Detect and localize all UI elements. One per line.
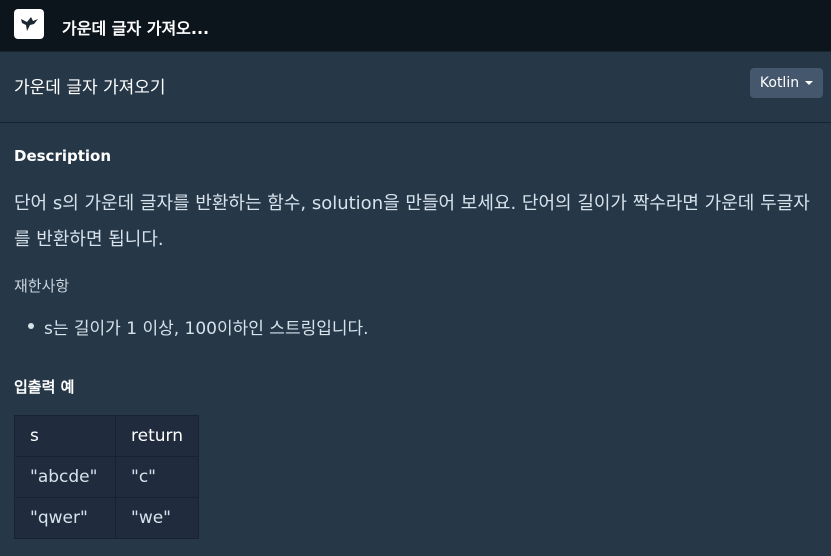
column-header-s: s xyxy=(14,415,116,457)
bird-logo-icon-glyph xyxy=(21,17,38,31)
list-item: s는 길이가 1 이상, 100이하인 스트링입니다. xyxy=(28,314,369,339)
constraints-title: 재한사항 xyxy=(14,277,70,295)
table-header-row: s return xyxy=(14,415,199,457)
description-text: 단어 s의 가운데 글자를 반환하는 함수, solution을 만들어 보세요… xyxy=(14,193,810,250)
table-cell: "abcde" xyxy=(14,456,116,498)
table-cell: "c" xyxy=(115,456,199,498)
problem-title: 가운데 글자 가져오기 xyxy=(14,78,166,98)
table-row: "abcde" "c" xyxy=(14,456,199,498)
column-header-return: return xyxy=(115,415,199,457)
description-heading: Description xyxy=(14,147,112,165)
problem-header: 가운데 글자 가져오기 Kotlin xyxy=(0,53,831,123)
table-cell: "qwer" xyxy=(14,497,116,539)
constraints-list: s는 길이가 1 이상, 100이하인 스트링입니다. xyxy=(28,314,369,339)
language-select-label: Kotlin xyxy=(759,75,800,91)
caret-down-icon xyxy=(805,81,814,85)
problem-content: Description 단어 s의 가운데 글자를 반환하는 함수, solut… xyxy=(0,124,831,556)
examples-heading: 입출력 예 xyxy=(14,378,75,396)
app-title: 가운데 글자 가져오... xyxy=(62,19,210,38)
top-bar: 가운데 글자 가져오... xyxy=(0,0,831,52)
table-cell: "we" xyxy=(115,497,199,539)
bullet-icon xyxy=(28,323,34,329)
constraint-text: s는 길이가 1 이상, 100이하인 스트링입니다. xyxy=(44,319,369,339)
examples-table: s return "abcde" "c" "qwer" "we" xyxy=(14,415,199,539)
bird-logo-icon[interactable] xyxy=(14,9,44,39)
table-row: "qwer" "we" xyxy=(14,497,199,539)
language-select[interactable]: Kotlin xyxy=(750,68,823,98)
